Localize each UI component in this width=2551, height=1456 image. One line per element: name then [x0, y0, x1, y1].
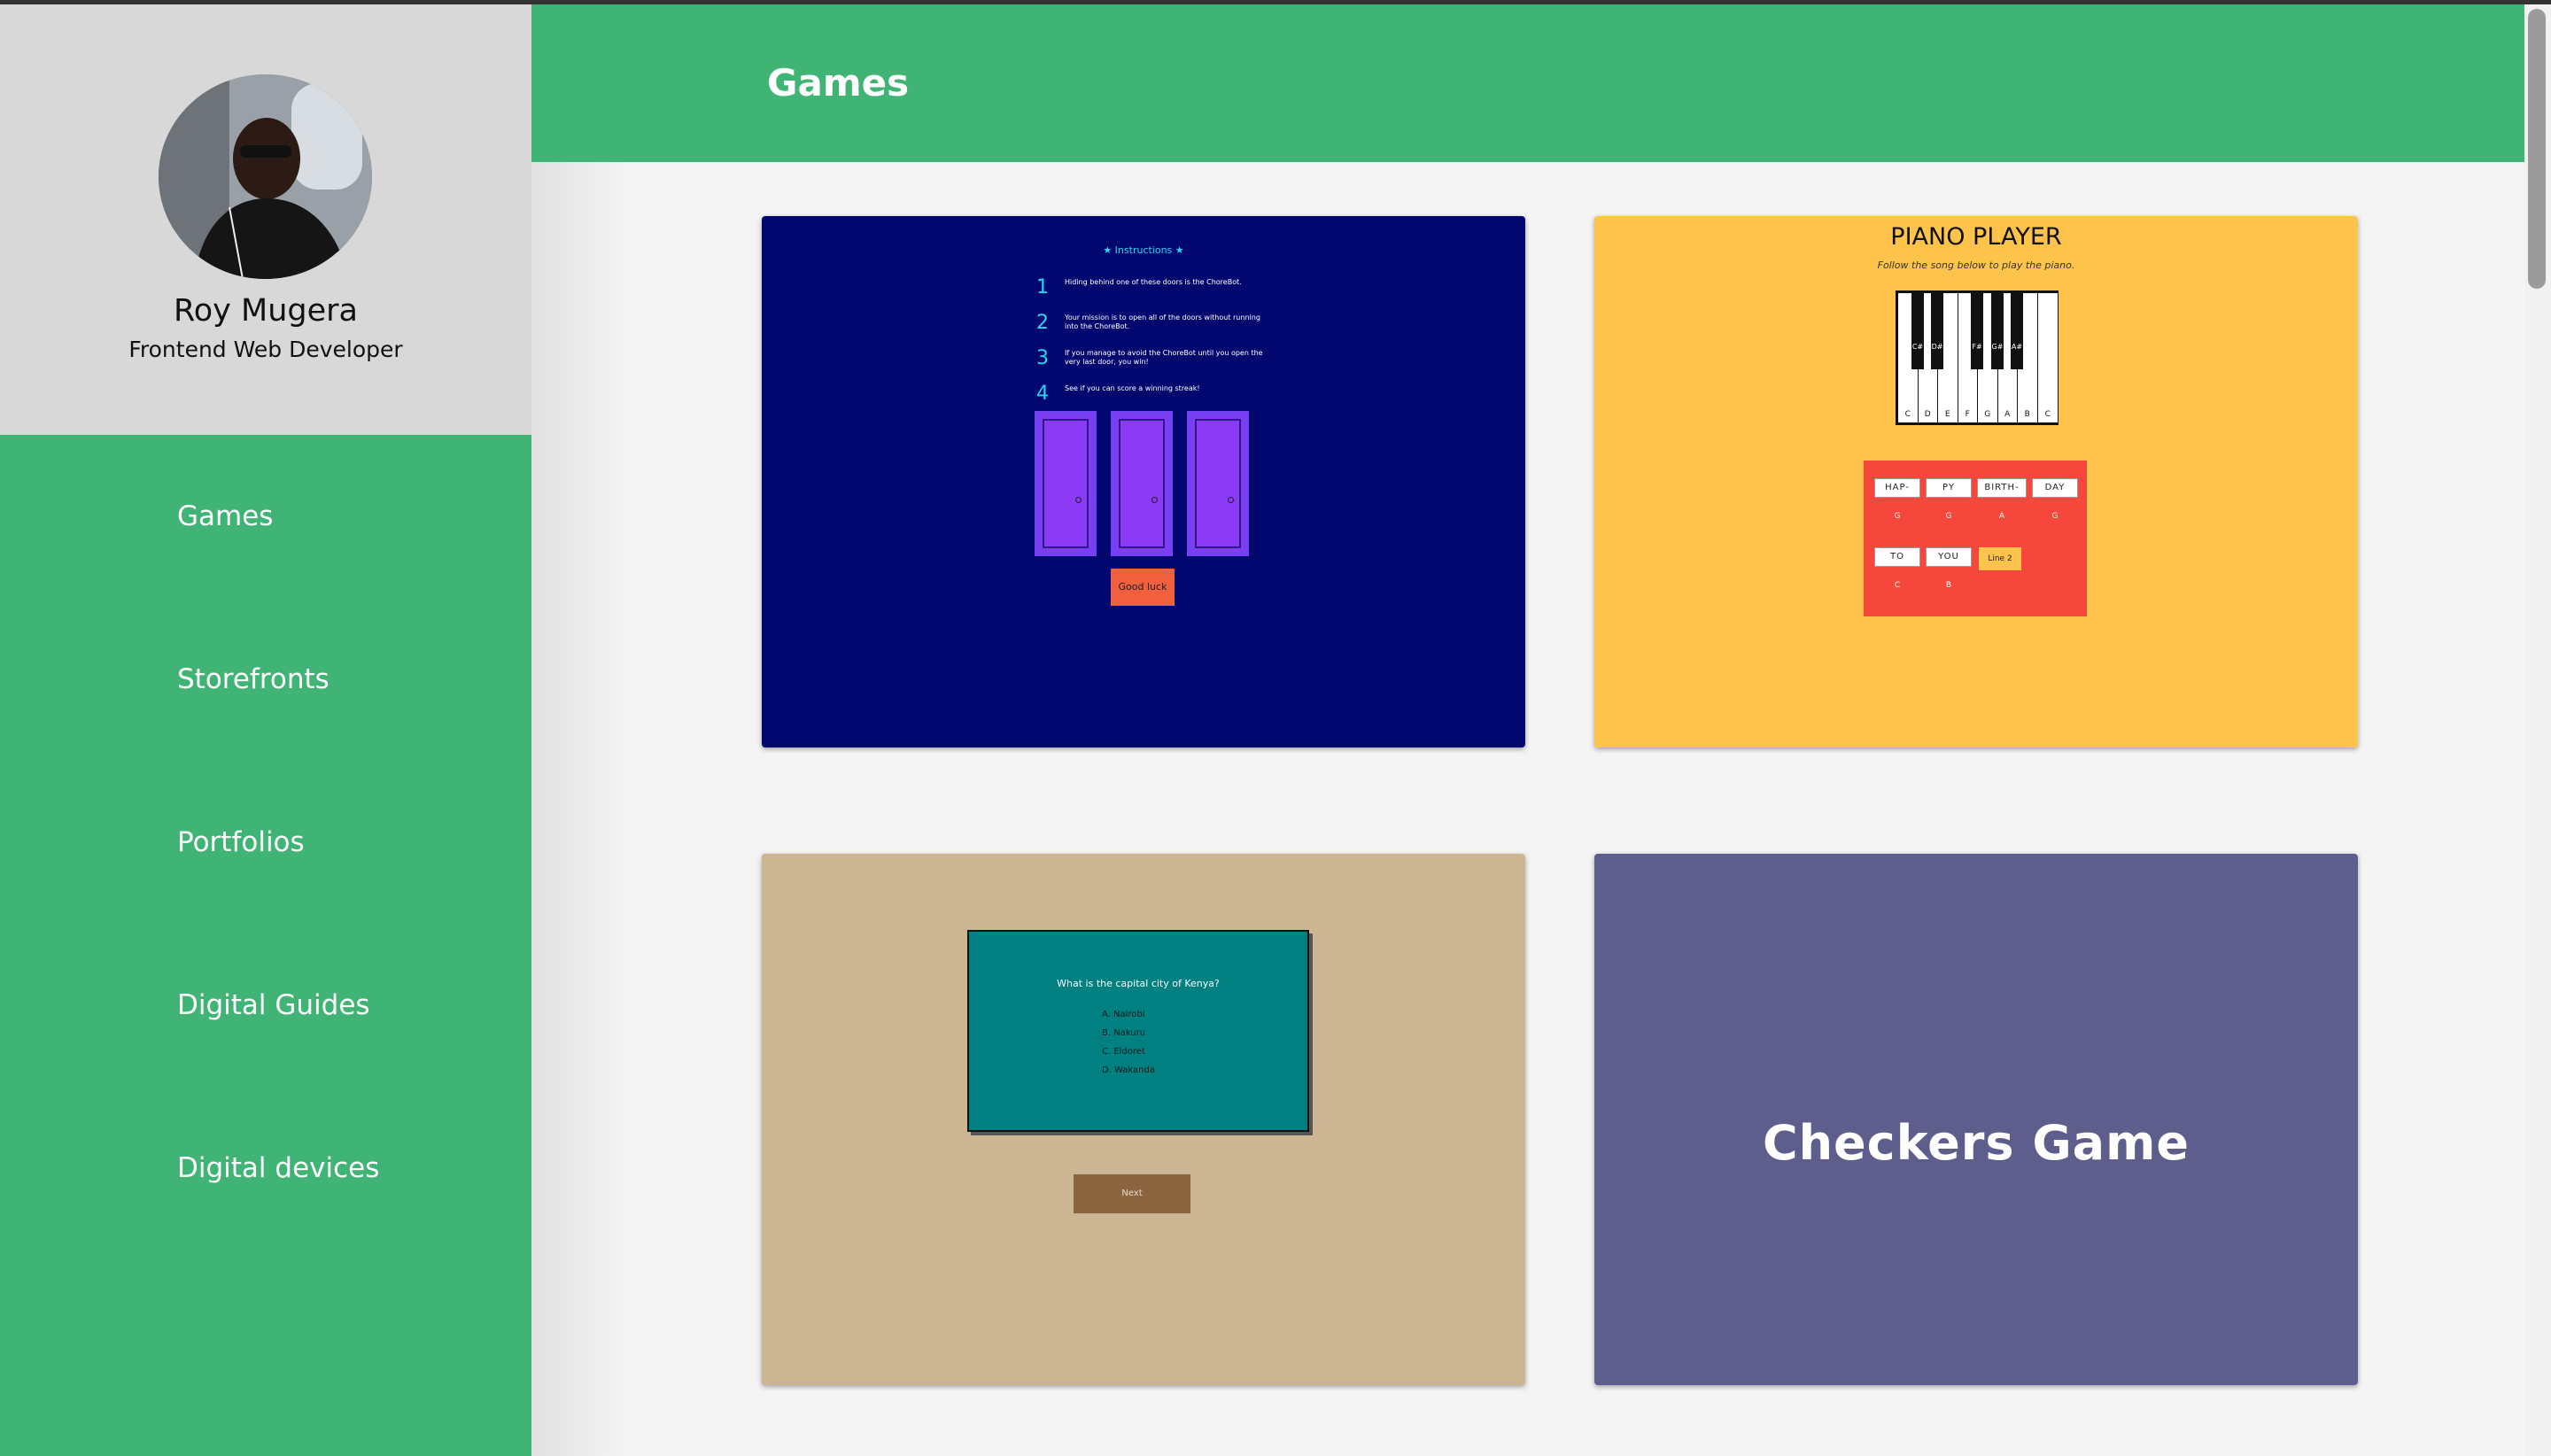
piano-key-black[interactable]: A#: [2011, 293, 2023, 369]
lyric-note: B: [1945, 581, 1952, 590]
quiz-option[interactable]: C. Eldoret: [1102, 1047, 1145, 1057]
instruction-number: 4: [1036, 383, 1049, 405]
door-3[interactable]: [1187, 411, 1249, 556]
instruction-number: 1: [1036, 276, 1049, 298]
piano-key-black[interactable]: D#: [1931, 293, 1943, 369]
sidebar-item-portfolios[interactable]: Portfolios: [177, 826, 305, 858]
instructions-title: ★ Instructions ★: [1103, 244, 1184, 256]
door-knob-icon: [1151, 497, 1158, 503]
game-card-chore-door[interactable]: ★ Instructions ★ 1 Hiding behind one of …: [762, 216, 1525, 747]
piano-keyboard: C D E F G A B C C# D# F# G# A#: [1896, 290, 2059, 425]
lyric-note: A: [1998, 512, 2005, 521]
instruction-text: Your mission is to open all of the doors…: [1065, 314, 1260, 330]
lyric-word: TO: [1874, 547, 1920, 567]
sidebar-item-storefronts[interactable]: Storefronts: [177, 663, 330, 695]
quiz-option[interactable]: A. Nairobi: [1102, 1010, 1145, 1019]
sidebar-item-digital-guides[interactable]: Digital Guides: [177, 989, 370, 1021]
door-knob-icon: [1228, 497, 1234, 503]
game-card-piano-player[interactable]: PIANO PLAYER Follow the song below to pl…: [1594, 216, 2358, 747]
door-knob-icon: [1075, 497, 1082, 503]
piano-key-black[interactable]: F#: [1971, 293, 1983, 369]
lyric-note: G: [1945, 512, 1952, 521]
page-header: Games: [531, 4, 2524, 162]
quiz-option[interactable]: B. Nakuru: [1102, 1028, 1145, 1038]
quiz-question: What is the capital city of Kenya?: [1057, 978, 1220, 989]
lyric-word: HAP-: [1874, 478, 1920, 498]
checkers-title: Checkers Game: [1762, 1115, 2190, 1171]
game-card-quiz[interactable]: What is the capital city of Kenya? A. Na…: [762, 854, 1525, 1385]
lyric-word: YOU: [1926, 547, 1972, 567]
lyric-word: DAY: [2032, 478, 2078, 498]
instruction-text: If you manage to avoid the ChoreBot unti…: [1065, 349, 1263, 366]
profile-role: Frontend Web Developer: [128, 337, 403, 362]
sidebar-item-games[interactable]: Games: [177, 500, 273, 532]
sidebar-shadow: [531, 162, 629, 1456]
good-luck-button[interactable]: Good luck: [1111, 569, 1175, 606]
instruction-number: 2: [1036, 312, 1049, 334]
instruction-number: 3: [1036, 347, 1049, 369]
instruction-text: Hiding behind one of these doors is the …: [1065, 278, 1242, 286]
piano-key-black[interactable]: G#: [1991, 293, 2004, 369]
avatar: [159, 74, 372, 279]
quiz-question-box: What is the capital city of Kenya? A. Na…: [967, 930, 1309, 1132]
lyric-note: G: [1894, 512, 1901, 521]
song-lyrics-panel: HAP- G PY G BIRTH- A DAY G TO C YOU B Li…: [1864, 461, 2087, 616]
piano-key-white[interactable]: C: [2037, 293, 2058, 422]
lyric-word: BIRTH-: [1977, 478, 2027, 498]
quiz-option[interactable]: D. Wakanda: [1102, 1065, 1155, 1075]
profile-panel: Roy Mugera Frontend Web Developer: [0, 4, 531, 435]
piano-key-black[interactable]: C#: [1911, 293, 1924, 369]
piano-subtitle: Follow the song below to play the piano.: [1877, 259, 2075, 271]
door-2[interactable]: [1111, 411, 1173, 556]
piano-title: PIANO PLAYER: [1890, 223, 2062, 251]
lyric-note: G: [2051, 512, 2059, 521]
game-card-checkers[interactable]: Checkers Game: [1594, 854, 2358, 1385]
page-title: Games: [767, 61, 910, 105]
lyric-word: PY: [1926, 478, 1972, 498]
line-2-button[interactable]: Line 2: [1979, 547, 2021, 570]
lyric-note: C: [1894, 581, 1901, 590]
sidebar-item-digital-devices[interactable]: Digital devices: [177, 1152, 379, 1184]
next-button[interactable]: Next: [1074, 1174, 1190, 1213]
sidebar-nav: Games Storefronts Portfolios Digital Gui…: [0, 435, 531, 1456]
scrollbar-thumb[interactable]: [2528, 9, 2546, 289]
instruction-text: See if you can score a winning streak!: [1065, 384, 1200, 392]
profile-name: Roy Mugera: [174, 293, 358, 329]
door-1[interactable]: [1035, 411, 1097, 556]
